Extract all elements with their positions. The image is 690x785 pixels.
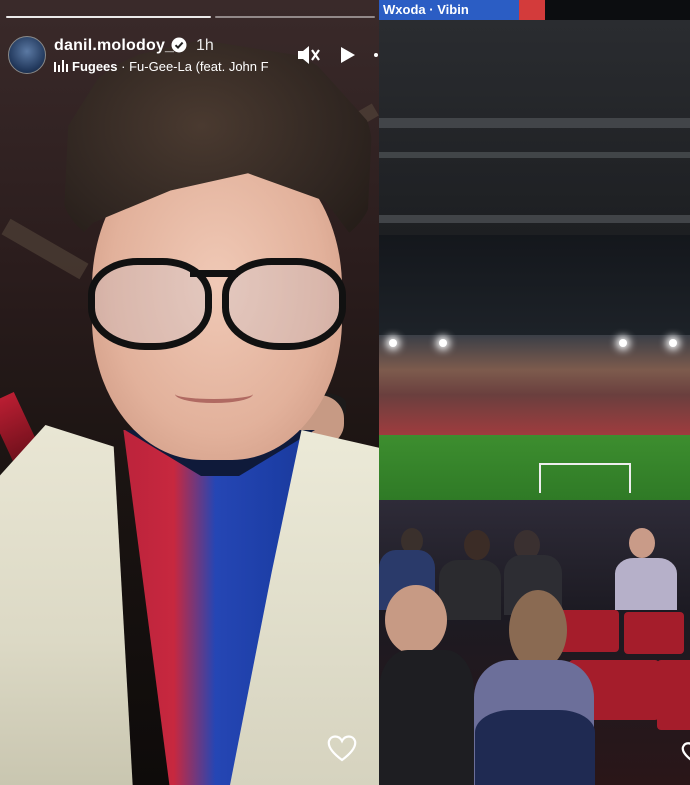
heart-icon-partial[interactable] (680, 740, 690, 764)
spectator-body (439, 560, 501, 620)
avatar[interactable] (8, 36, 46, 74)
story-progress-bar (215, 16, 375, 18)
roof-truss (379, 152, 690, 158)
spectator-head (509, 590, 567, 670)
stadium-seat (559, 610, 619, 652)
music-track: Fu-Gee-La (feat. John F (129, 59, 269, 74)
speaker-muted-icon[interactable] (296, 44, 320, 66)
spectator-body (379, 650, 474, 785)
mouth (175, 385, 253, 403)
music-bars-icon (54, 60, 68, 72)
football-pitch (379, 435, 690, 500)
stadium-seat (624, 612, 684, 654)
far-stand-crowd (379, 335, 690, 435)
spectator-head (385, 585, 447, 655)
story-progress-bar (6, 16, 211, 18)
sticker-artist: Wxoda (383, 2, 426, 17)
stadium-seat (657, 660, 690, 730)
spectator-head (629, 528, 655, 558)
username[interactable]: danil.molodoy_ (54, 37, 174, 55)
night-sky (379, 235, 690, 335)
glasses-lens-right (222, 258, 346, 350)
roof-truss (379, 118, 690, 128)
floodlight (439, 339, 447, 347)
sticker-accent (519, 0, 545, 20)
floodlight (619, 339, 627, 347)
goal-frame (539, 463, 631, 493)
verified-badge-icon (171, 37, 187, 53)
play-icon[interactable] (337, 45, 357, 65)
more-options-icon[interactable] (374, 53, 378, 57)
sticker-track: Vibin (437, 2, 469, 17)
roof-truss (379, 215, 690, 223)
spectator-body (615, 558, 677, 610)
music-separator: · (121, 59, 126, 74)
story-right[interactable]: Wxoda · Vibin (379, 0, 690, 785)
music-sticker[interactable]: Wxoda · Vibin (379, 0, 545, 20)
sticker-separator: · (429, 2, 434, 17)
story-time: 1h (196, 37, 214, 54)
spectator-head (464, 530, 490, 560)
floodlight (669, 339, 677, 347)
spectator-shirt (475, 710, 595, 785)
floodlight (389, 339, 397, 347)
music-attribution[interactable]: Fugees · Fu-Gee-La (feat. John F (54, 59, 280, 74)
glasses-bridge (190, 270, 238, 277)
story-left[interactable]: danil.molodoy_ 1h Fugees · Fu-Gee-La (fe… (0, 0, 379, 785)
heart-icon[interactable] (327, 734, 357, 762)
music-artist: Fugees (72, 59, 118, 74)
ceiling-beam (1, 218, 89, 280)
